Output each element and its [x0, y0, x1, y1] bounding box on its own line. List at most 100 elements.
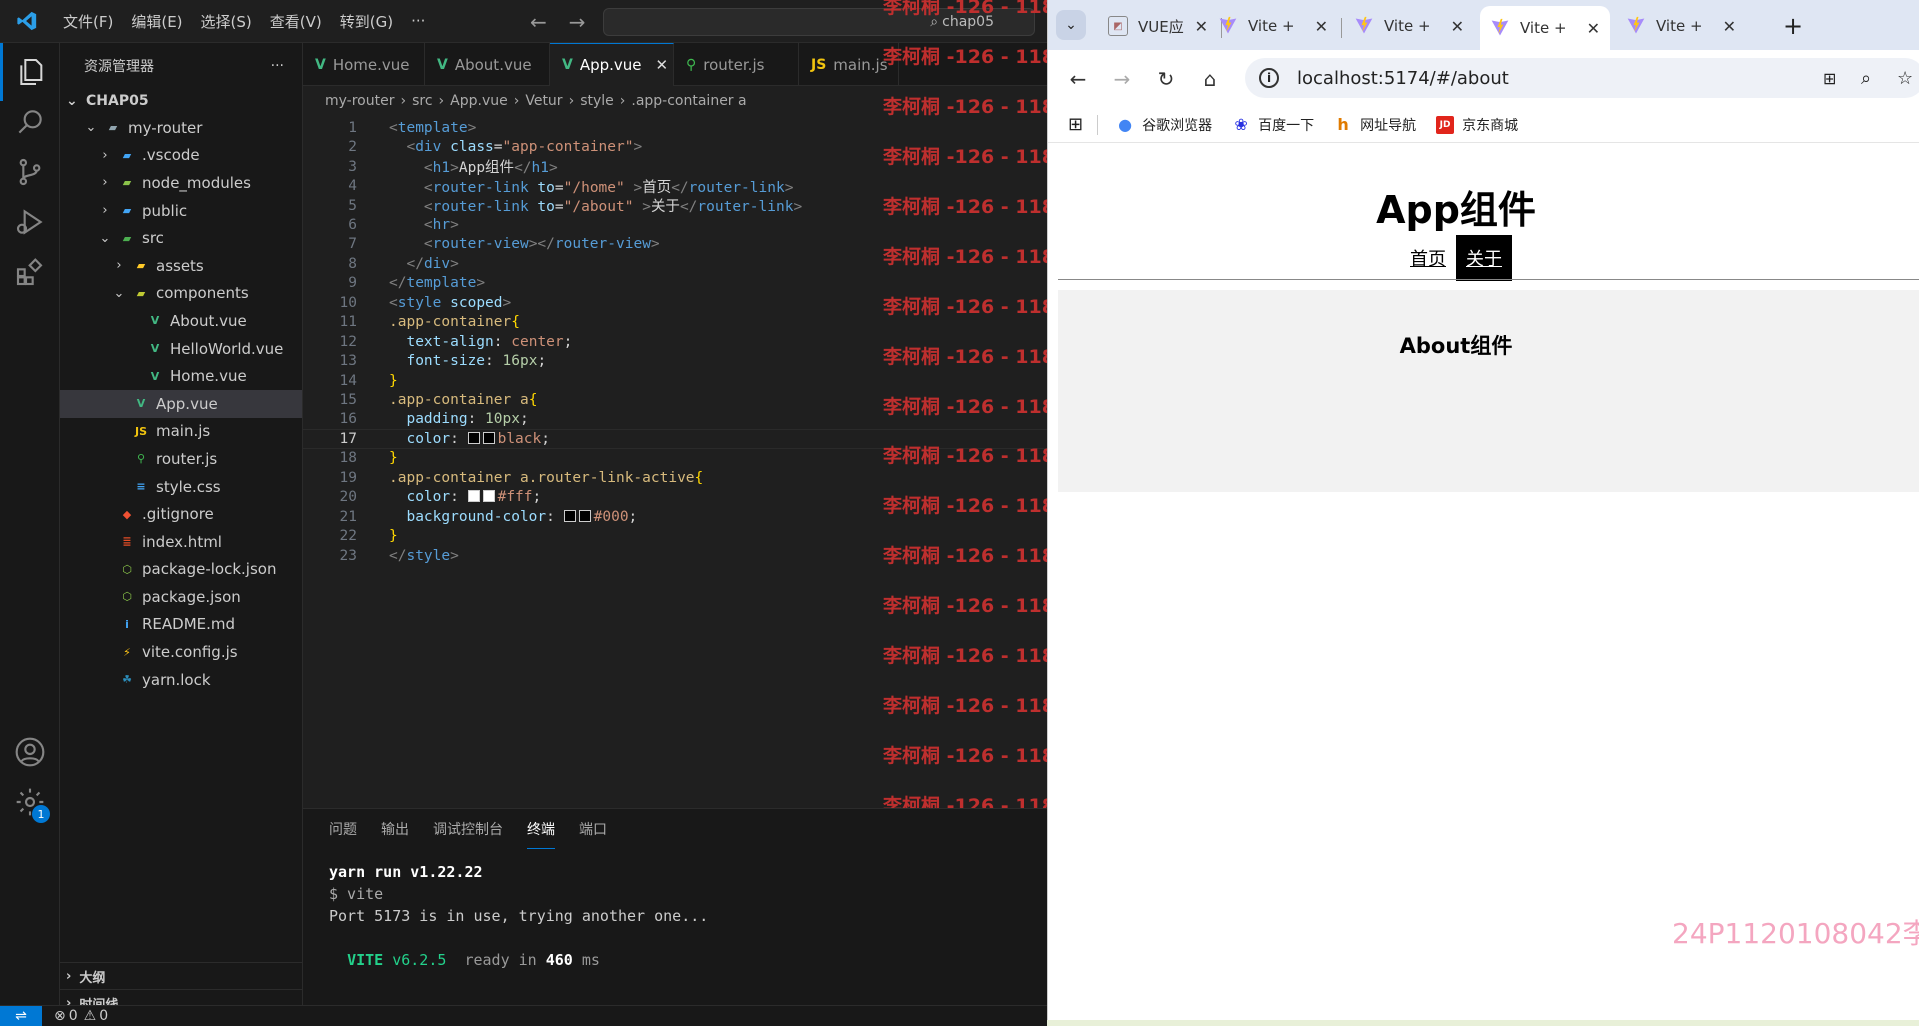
error-count[interactable]: 0	[69, 1008, 78, 1024]
apps-grid-icon[interactable]: ⊞	[1068, 114, 1083, 135]
tree-item[interactable]: JS main.js	[60, 418, 302, 446]
site-info-icon[interactable]: i	[1259, 68, 1279, 88]
tree-item[interactable]: ⬡ package.json	[60, 583, 302, 611]
tree-item[interactable]: ⌄ ▰ components	[60, 280, 302, 308]
bookmark-item[interactable]: JD 京东商城	[1436, 115, 1518, 135]
close-icon[interactable]: ✕	[1315, 17, 1328, 36]
code-text: }	[389, 372, 398, 389]
tree-item[interactable]: ⬡ package-lock.json	[60, 556, 302, 584]
vue-icon: V	[150, 342, 160, 356]
browser-tab[interactable]: Vite + ✕	[1344, 8, 1474, 44]
editor-tab[interactable]: V Home.vue	[303, 43, 425, 86]
breadcrumb-item[interactable]: style	[580, 93, 614, 109]
forward-icon[interactable]: →	[1100, 67, 1144, 91]
tree-item[interactable]: ≣ index.html	[60, 528, 302, 556]
menu-2[interactable]: 选择(S)	[192, 0, 261, 43]
editor-tab[interactable]: V App.vue ✕	[550, 43, 674, 86]
tree-item[interactable]: › ▰ .vscode	[60, 142, 302, 170]
address-bar[interactable]: i localhost:5174/#/about ⊞ ⌕ ☆	[1245, 58, 1919, 98]
tree-item[interactable]: V HelloWorld.vue	[60, 335, 302, 363]
more-actions-icon[interactable]: ···	[271, 58, 284, 74]
router-link[interactable]: 首页	[1400, 235, 1456, 281]
close-icon[interactable]: ✕	[1587, 19, 1600, 38]
menu-0[interactable]: 文件(F)	[54, 0, 122, 43]
code-text: .app-container a{	[389, 392, 538, 409]
browser-tab[interactable]: Vite + ✕	[1208, 8, 1338, 44]
line-number: 4	[348, 178, 357, 195]
router-link[interactable]: 关于	[1456, 235, 1512, 281]
editor-tab[interactable]: V About.vue	[425, 43, 550, 86]
url-text[interactable]: localhost:5174/#/about	[1297, 68, 1509, 89]
remote-indicator-icon[interactable]: ⇌	[0, 1005, 42, 1026]
tree-item-label: About.vue	[170, 311, 247, 330]
settings-gear-icon[interactable]: 1	[0, 773, 60, 831]
tree-item[interactable]: ⚡ vite.config.js	[60, 638, 302, 666]
tree-item[interactable]: ◆ .gitignore	[60, 500, 302, 528]
color-swatch[interactable]	[467, 431, 480, 444]
menu-5[interactable]: ···	[402, 0, 434, 43]
tree-item[interactable]: ⚲ router.js	[60, 445, 302, 473]
tree-item[interactable]: i README.md	[60, 611, 302, 639]
browser-tab[interactable]: Vite + ✕	[1480, 6, 1610, 50]
close-icon[interactable]: ✕	[1195, 17, 1208, 36]
breadcrumb-item[interactable]: my-router	[325, 93, 394, 109]
breadcrumb-item[interactable]: .app-container a	[631, 93, 746, 109]
tree-item[interactable]: V Home.vue	[60, 362, 302, 390]
zoom-icon[interactable]: ⌕	[1861, 68, 1871, 89]
error-icon[interactable]: ⊗	[54, 1008, 66, 1024]
back-arrow-icon[interactable]: ←	[530, 10, 547, 34]
browser-tab[interactable]: ◩ VUE应 ✕	[1098, 8, 1218, 44]
tree-item[interactable]: › ▰ public	[60, 197, 302, 225]
menu-4[interactable]: 转到(G)	[331, 0, 402, 43]
browser-tab[interactable]: Vite + ✕	[1616, 8, 1746, 44]
tree-item[interactable]: ⌄ ▰ src	[60, 224, 302, 252]
close-icon[interactable]: ✕	[656, 56, 669, 74]
warning-count[interactable]: 0	[99, 1008, 108, 1024]
tree-item[interactable]: ☘ yarn.lock	[60, 666, 302, 694]
bookmark-item[interactable]: ● 谷歌浏览器	[1116, 115, 1212, 135]
color-swatch[interactable]	[482, 490, 495, 503]
menu-1[interactable]: 编辑(E)	[122, 0, 191, 43]
menu-3[interactable]: 查看(V)	[261, 0, 331, 43]
close-icon[interactable]: ✕	[1451, 17, 1464, 36]
breadcrumb-item[interactable]: App.vue	[450, 93, 508, 109]
panel-tab[interactable]: 终端	[527, 809, 555, 849]
breadcrumb-item[interactable]: src	[412, 93, 432, 109]
reload-icon[interactable]: ↻	[1144, 67, 1188, 91]
panel-tab[interactable]: 输出	[381, 809, 409, 849]
warning-icon[interactable]: ⚠	[84, 1008, 97, 1024]
close-icon[interactable]: ✕	[1723, 17, 1736, 36]
editor-tab[interactable]: ⚲ router.js	[674, 43, 799, 86]
color-swatch[interactable]	[467, 490, 480, 503]
translate-icon[interactable]: ⊞	[1823, 69, 1836, 88]
back-icon[interactable]: ←	[1056, 67, 1100, 91]
extensions-icon[interactable]	[0, 243, 60, 301]
new-tab-plus-icon[interactable]: +	[1783, 12, 1803, 40]
terminal-output[interactable]: yarn run v1.22.22 $ vite Port 5173 is in…	[329, 861, 708, 971]
bookmark-item[interactable]: h 网址导航	[1334, 115, 1416, 135]
panel-tab[interactable]: 调试控制台	[433, 809, 503, 849]
line-number: 7	[348, 236, 357, 253]
watermark-text: 李柯桐 -126 - 1186	[883, 695, 1069, 717]
breadcrumb-item[interactable]: Vetur	[525, 93, 562, 109]
tree-item-label: public	[142, 201, 188, 220]
workspace-root[interactable]: ⌄ CHAP05	[60, 88, 302, 114]
panel-tab[interactable]: 问题	[329, 809, 357, 849]
panel-tab[interactable]: 端口	[579, 809, 607, 849]
tree-item[interactable]: V App.vue	[60, 389, 302, 418]
tree-item[interactable]: › ▰ assets	[60, 252, 302, 280]
color-swatch[interactable]	[563, 509, 576, 522]
editor-tab-label: router.js	[703, 55, 765, 74]
tree-item[interactable]: ⌄ ▰ my-router	[60, 114, 302, 142]
outline-section[interactable]: › 大纲	[60, 962, 303, 989]
bookmark-item[interactable]: ❀ 百度一下	[1232, 115, 1314, 135]
tree-item[interactable]: ≡ style.css	[60, 473, 302, 501]
bookmark-star-icon[interactable]: ☆	[1897, 68, 1913, 89]
color-swatch[interactable]	[482, 431, 495, 444]
tree-item[interactable]: V About.vue	[60, 307, 302, 335]
tab-search-chevron-icon[interactable]: ⌄	[1056, 10, 1086, 40]
tree-item[interactable]: › ▰ node_modules	[60, 169, 302, 197]
home-icon[interactable]: ⌂	[1188, 67, 1232, 91]
forward-arrow-icon[interactable]: →	[569, 10, 586, 34]
color-swatch[interactable]	[578, 509, 591, 522]
